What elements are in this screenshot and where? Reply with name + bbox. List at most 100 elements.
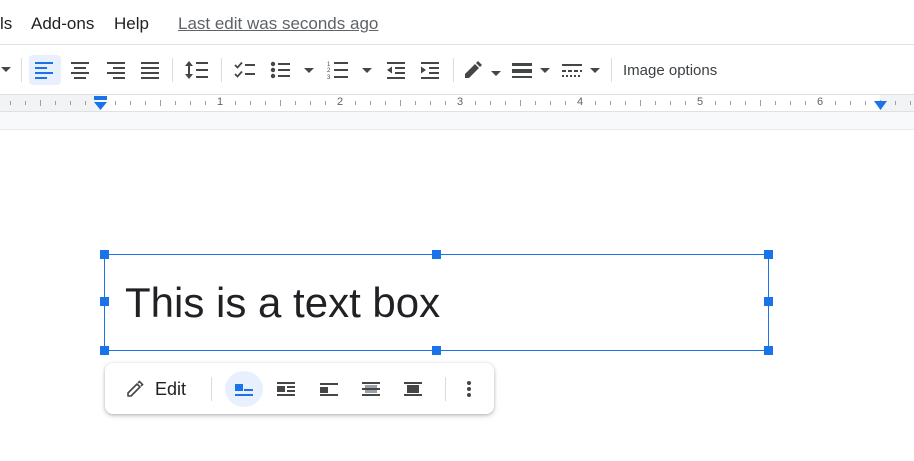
pencil-icon — [127, 380, 144, 397]
border-weight-button[interactable] — [510, 55, 552, 85]
text-box-content[interactable]: This is a text box — [125, 279, 440, 327]
ruler-tick — [625, 101, 626, 105]
toolbar-divider — [211, 377, 212, 401]
ruler-tick — [280, 100, 281, 106]
ruler-tick — [715, 101, 716, 105]
pencil-icon — [465, 61, 501, 78]
edit-button[interactable]: Edit — [125, 371, 186, 407]
menu-bar: ls Add-ons Help Last edit was seconds ag… — [0, 0, 914, 45]
svg-text:2: 2 — [327, 68, 331, 74]
formatting-toolbar: 123 Image options — [0, 46, 914, 94]
ruler-tick — [415, 101, 416, 105]
ruler-tick — [595, 101, 596, 105]
ruler-tick — [10, 101, 11, 105]
more-vert-icon — [467, 381, 471, 397]
ruler-tick — [670, 101, 671, 105]
toolbar-divider — [221, 58, 222, 82]
right-indent-marker-icon[interactable] — [873, 101, 889, 111]
border-dash-button[interactable] — [560, 55, 602, 85]
in-front-of-text-button[interactable] — [394, 371, 432, 407]
toolbar-divider — [453, 58, 454, 82]
ruler-tick — [265, 101, 266, 105]
justify-button[interactable] — [135, 55, 165, 85]
toolbar-divider — [611, 58, 612, 82]
ruler-number: 2 — [337, 96, 344, 108]
ruler-tick — [40, 100, 41, 106]
ruler-tick — [430, 101, 431, 105]
menu-add-ons[interactable]: Add-ons — [31, 14, 94, 34]
border-weight-icon — [512, 63, 550, 78]
ruler-tick — [355, 101, 356, 105]
align-center-icon — [71, 62, 89, 79]
resize-handle-bottom[interactable] — [432, 346, 441, 355]
menu-tools[interactable]: ls — [0, 14, 12, 34]
more-options-button[interactable] — [455, 371, 483, 407]
ruler-tick — [370, 101, 371, 105]
increase-indent-button[interactable] — [416, 55, 444, 85]
ruler-tick — [640, 100, 641, 106]
page-gutter — [0, 112, 914, 130]
align-justify-icon — [141, 62, 159, 79]
break-text-icon — [320, 383, 338, 396]
decrease-indent-button[interactable] — [382, 55, 410, 85]
align-right-button[interactable] — [101, 55, 131, 85]
line-spacing-button[interactable] — [181, 55, 213, 85]
resize-handle-left[interactable] — [100, 297, 109, 306]
ruler-number: 5 — [697, 96, 704, 108]
behind-text-icon — [362, 382, 380, 396]
last-edit-link[interactable]: Last edit was seconds ago — [178, 14, 378, 34]
in-front-of-text-icon — [404, 382, 422, 396]
resize-handle-top-left[interactable] — [100, 250, 109, 259]
ruler-tick — [55, 101, 56, 105]
ruler-tick — [175, 101, 176, 105]
ruler-tick — [550, 101, 551, 105]
ruler-tick — [475, 101, 476, 105]
menu-help[interactable]: Help — [114, 14, 149, 34]
resize-handle-top-right[interactable] — [764, 250, 773, 259]
ruler-tick — [865, 101, 866, 105]
in-line-button[interactable] — [225, 371, 263, 407]
toolbar-divider — [172, 58, 173, 82]
wrap-text-button[interactable] — [267, 371, 305, 407]
resize-handle-bottom-left[interactable] — [100, 346, 109, 355]
ruler-number: 6 — [817, 96, 824, 108]
ruler-tick — [610, 101, 611, 105]
bulleted-list-button[interactable] — [268, 55, 316, 85]
ruler-tick — [775, 101, 776, 105]
behind-text-button[interactable] — [352, 371, 390, 407]
ruler-tick — [310, 101, 311, 105]
wrap-text-icon — [277, 382, 295, 396]
break-text-button[interactable] — [310, 371, 348, 407]
ruler-tick — [850, 101, 851, 105]
font-size-dropdown[interactable] — [0, 55, 12, 85]
chevron-down-icon — [1, 67, 11, 72]
align-left-button[interactable] — [29, 55, 61, 85]
image-options-button[interactable]: Image options — [623, 62, 717, 79]
ruler-tick — [235, 101, 236, 105]
ruler-tick — [25, 101, 26, 105]
border-color-button[interactable] — [462, 55, 502, 85]
ruler-tick — [745, 101, 746, 105]
toolbar-divider — [445, 377, 446, 401]
ruler-tick — [325, 101, 326, 105]
numbered-list-button[interactable]: 123 — [326, 55, 374, 85]
ruler-tick — [85, 101, 86, 105]
ruler-tick — [445, 101, 446, 105]
ruler-tick — [505, 101, 506, 105]
ruler-tick — [385, 101, 386, 105]
resize-handle-bottom-right[interactable] — [764, 346, 773, 355]
resize-handle-top[interactable] — [432, 250, 441, 259]
left-indent-marker-icon[interactable] — [93, 96, 109, 111]
ruler-tick — [730, 101, 731, 105]
align-center-button[interactable] — [65, 55, 95, 85]
ruler-tick — [490, 101, 491, 105]
ruler-tick — [790, 101, 791, 105]
checklist-button[interactable] — [230, 55, 260, 85]
resize-handle-right[interactable] — [764, 297, 773, 306]
svg-text:3: 3 — [327, 75, 331, 80]
ruler-tick — [205, 101, 206, 105]
ruler-number: 1 — [217, 96, 224, 108]
text-box[interactable]: This is a text box — [104, 254, 769, 351]
ruler-tick — [910, 101, 911, 105]
ruler-tick — [565, 101, 566, 105]
